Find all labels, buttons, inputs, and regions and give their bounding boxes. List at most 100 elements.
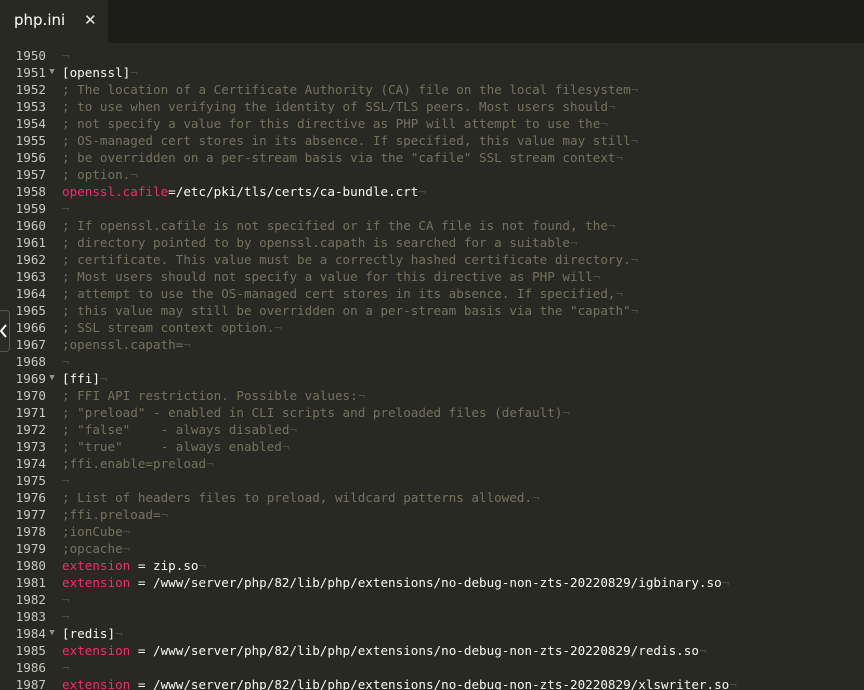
comment-text: ; If openssl.cafile is not specified or … — [62, 218, 608, 233]
code-line[interactable]: 1962 ; certificate. This value must be a … — [0, 251, 864, 268]
line-number: 1963 — [15, 269, 46, 284]
code-line[interactable]: 1982 ¬ — [0, 591, 864, 608]
end-of-line-marker: ¬ — [160, 507, 169, 522]
end-of-line-marker: ¬ — [122, 541, 131, 556]
end-of-line-marker: ¬ — [62, 609, 70, 624]
setting-separator: = — [130, 643, 153, 658]
end-of-line-marker: ¬ — [729, 677, 737, 690]
line-number: 1979 — [15, 541, 46, 556]
comment-text: ; "true" - always enabled — [62, 439, 282, 454]
line-number: 1959 — [15, 201, 46, 216]
end-of-line-marker: ¬ — [721, 575, 730, 590]
line-number: 1975 — [15, 473, 46, 488]
end-of-line-marker: ¬ — [630, 82, 639, 97]
line-content: ;ffi.preload=¬ — [62, 506, 168, 523]
code-line[interactable]: 1983 ¬ — [0, 608, 864, 625]
setting-value: /www/server/php/82/lib/php/extensions/no… — [153, 677, 730, 690]
end-of-line-marker: ¬ — [130, 65, 138, 80]
code-line[interactable]: 1957 ; option.¬ — [0, 166, 864, 183]
sidebar-toggle-handle[interactable] — [0, 310, 10, 352]
end-of-line-marker: ¬ — [183, 337, 191, 352]
tab-title[interactable]: php.ini — [14, 11, 65, 29]
comment-text: ; The location of a Certificate Authorit… — [62, 82, 631, 97]
code-line[interactable]: 1955 ; OS-managed cert stores in its abse… — [0, 132, 864, 149]
fold-toggle-icon[interactable]: ▼ — [48, 370, 56, 387]
code-line[interactable]: 1973 ; "true" - always enabled¬ — [0, 438, 864, 455]
end-of-line-marker: ¬ — [198, 558, 207, 573]
code-line[interactable]: 1980 extension = zip.so¬ — [0, 557, 864, 574]
code-line[interactable]: 1986 ¬ — [0, 659, 864, 676]
line-number: 1973 — [15, 439, 46, 454]
setting-key: extension — [62, 643, 131, 658]
code-line[interactable]: 1960 ; If openssl.cafile is not specified… — [0, 217, 864, 234]
code-line[interactable]: 1984 ▼ [redis]¬ — [0, 625, 864, 642]
end-of-line-marker: ¬ — [115, 626, 123, 641]
close-icon[interactable]: ✕ — [84, 11, 97, 29]
setting-value: /www/server/php/82/lib/php/extensions/no… — [153, 575, 722, 590]
line-content: ;ffi.enable=preload¬ — [62, 455, 214, 472]
code-line[interactable]: 1952 ; The location of a Certificate Auth… — [0, 81, 864, 98]
comment-text: ; SSL stream context option. — [62, 320, 275, 335]
setting-separator: = — [168, 184, 176, 199]
code-line[interactable]: 1969 ▼ [ffi]¬ — [0, 370, 864, 387]
line-number: 1977 — [15, 507, 46, 522]
line-content: ; List of headers files to preload, wild… — [62, 489, 540, 506]
code-line[interactable]: 1976 ; List of headers files to preload, … — [0, 489, 864, 506]
line-number: 1971 — [15, 405, 46, 420]
section-header: [redis] — [62, 626, 116, 641]
code-line[interactable]: 1968 ¬ — [0, 353, 864, 370]
line-number: 1980 — [15, 558, 46, 573]
line-number: 1972 — [15, 422, 46, 437]
end-of-line-marker: ¬ — [274, 320, 282, 335]
line-content: ; The location of a Certificate Authorit… — [62, 81, 638, 98]
fold-toggle-icon[interactable]: ▼ — [48, 64, 56, 81]
fold-toggle-icon[interactable]: ▼ — [48, 625, 56, 642]
end-of-line-marker: ¬ — [122, 524, 131, 539]
code-line[interactable]: 1978 ;ionCube¬ — [0, 523, 864, 540]
line-number: 1952 — [15, 82, 46, 97]
line-content: extension = /www/server/php/82/lib/php/e… — [62, 676, 737, 690]
code-line[interactable]: 1966; SSL stream context option.¬ — [0, 319, 864, 336]
code-line[interactable]: 1965; this value may still be overridden… — [0, 302, 864, 319]
end-of-line-marker: ¬ — [607, 99, 616, 114]
code-line[interactable]: 1985 extension = /www/server/php/82/lib/p… — [0, 642, 864, 659]
code-line[interactable]: 1971 ; "preload" - enabled in CLI scripts… — [0, 404, 864, 421]
line-content: ; not specify a value for this directive… — [62, 115, 608, 132]
comment-text: ;ionCube — [62, 524, 123, 539]
line-number: 1957 — [15, 167, 46, 182]
code-line[interactable]: 1974 ;ffi.enable=preload¬ — [0, 455, 864, 472]
code-line[interactable]: 1961 ; directory pointed to by openssl.ca… — [0, 234, 864, 251]
code-line[interactable]: 1977 ;ffi.preload=¬ — [0, 506, 864, 523]
line-number: 1954 — [15, 116, 46, 131]
end-of-line-marker: ¬ — [615, 286, 624, 301]
code-line[interactable]: 1956 ; be overridden on a per-stream basi… — [0, 149, 864, 166]
code-line[interactable]: 1959 ¬ — [0, 200, 864, 217]
code-line[interactable]: 1951 ▼ [openssl]¬ — [0, 64, 864, 81]
line-number: 1953 — [15, 99, 46, 114]
end-of-line-marker: ¬ — [592, 269, 601, 284]
code-line[interactable]: 1953 ; to use when verifying the identity… — [0, 98, 864, 115]
code-line[interactable]: 1970 ; FFI API restriction. Possible valu… — [0, 387, 864, 404]
code-line[interactable]: 1972 ; "false" - always disabled¬ — [0, 421, 864, 438]
code-line[interactable]: 1979 ;opcache¬ — [0, 540, 864, 557]
line-content: ;opcache¬ — [62, 540, 130, 557]
code-line[interactable]: 1981 extension = /www/server/php/82/lib/p… — [0, 574, 864, 591]
code-line[interactable]: 1963 ; Most users should not specify a va… — [0, 268, 864, 285]
line-content: ; FFI API restriction. Possible values:¬ — [62, 387, 365, 404]
line-content: extension = zip.so¬ — [62, 557, 206, 574]
code-line[interactable]: 1975 ¬ — [0, 472, 864, 489]
code-line[interactable]: 1964 ; attempt to use the OS-managed cert… — [0, 285, 864, 302]
code-line[interactable]: 1967 ;openssl.capath=¬ — [0, 336, 864, 353]
code-line[interactable]: 1954 ; not specify a value for this direc… — [0, 115, 864, 132]
code-line[interactable]: 1950 ¬ — [0, 47, 864, 64]
line-number: 1958 — [15, 184, 46, 199]
code-line[interactable]: 1987 extension = /www/server/php/82/lib/p… — [0, 676, 864, 690]
line-content: ¬ — [62, 659, 70, 676]
line-content: ¬ — [62, 47, 70, 64]
tab-php-ini[interactable]: php.ini ✕ — [0, 0, 108, 43]
line-number: 1984 — [15, 626, 46, 641]
code-editor[interactable]: 1950 ¬ 1951 ▼ [openssl]¬ 1952 ; The location o… — [0, 43, 864, 690]
setting-separator: = — [130, 575, 153, 590]
code-line[interactable]: 1958 openssl.cafile=/etc/pki/tls/certs/ca… — [0, 183, 864, 200]
end-of-line-marker: ¬ — [62, 473, 70, 488]
